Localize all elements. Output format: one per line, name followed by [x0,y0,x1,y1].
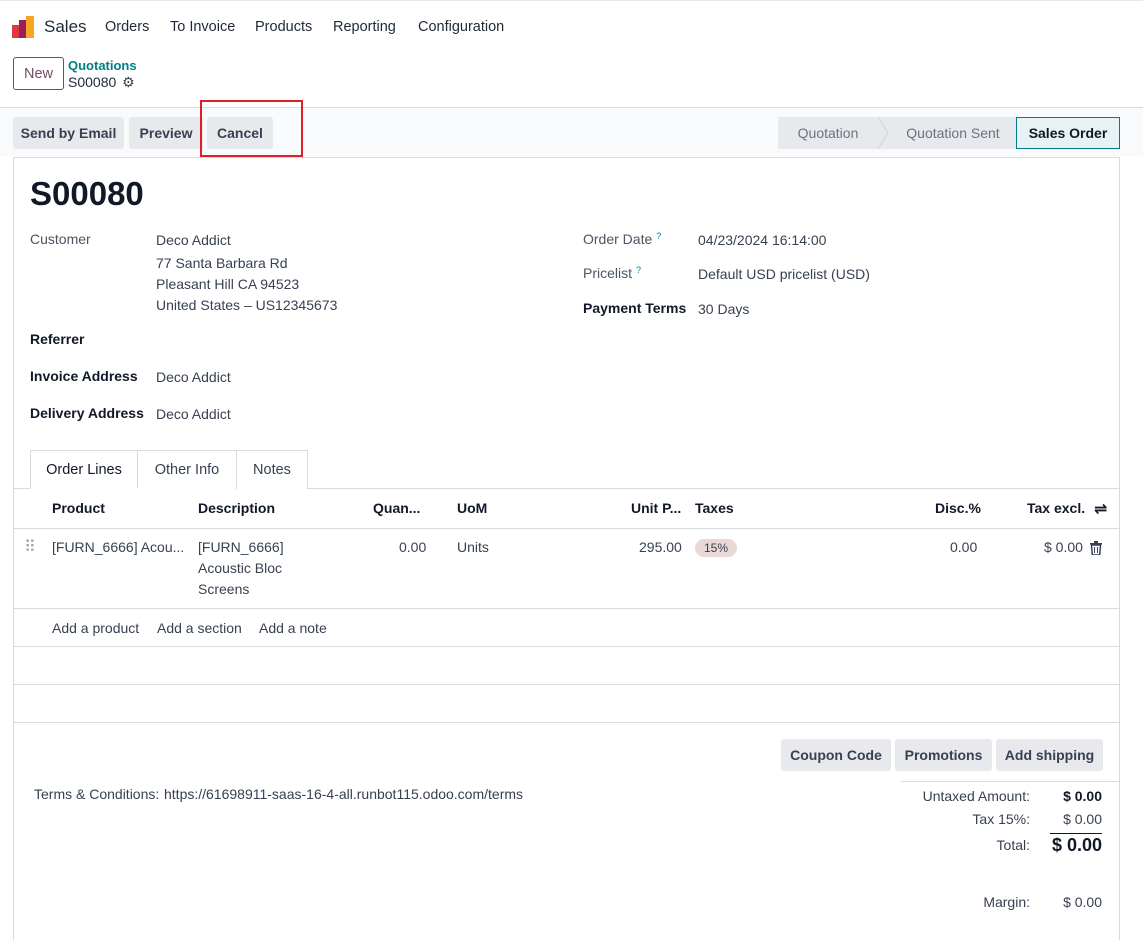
tab-other-info[interactable]: Other Info [138,450,237,489]
menu-products[interactable]: Products [255,19,312,35]
total-label: Total: [996,837,1030,853]
order-lines-header: Product Description Quan... UoM Unit P..… [14,489,1119,529]
tab-notes[interactable]: Notes [237,450,308,489]
sales-app-logo-icon[interactable] [12,16,34,38]
cell-description-2[interactable]: Acoustic Bloc [198,558,282,579]
customer-link[interactable]: Deco Addict [156,232,231,248]
referrer-label: Referrer [30,331,85,347]
gear-icon[interactable]: ⚙ [122,74,135,91]
totals-divider [901,781,1119,782]
add-note-link[interactable]: Add a note [259,618,327,639]
delivery-address-field[interactable]: Deco Addict [156,406,231,422]
add-section-link[interactable]: Add a section [157,618,242,639]
cell-quantity[interactable]: 0.00 [399,537,426,558]
cell-uom[interactable]: Units [457,537,489,558]
add-product-link[interactable]: Add a product [52,618,139,639]
col-tax-excl[interactable]: Tax excl. [1027,500,1085,516]
add-shipping-button[interactable]: Add shipping [996,739,1103,771]
margin-value: $ 0.00 [1063,894,1102,910]
tab-order-lines[interactable]: Order Lines [30,450,138,489]
empty-row [14,685,1119,723]
preview-button[interactable]: Preview [129,117,203,149]
send-by-email-button[interactable]: Send by Email [13,117,124,149]
stage-quotation-sent[interactable]: Quotation Sent [890,117,1016,149]
empty-row [14,647,1119,685]
col-discount[interactable]: Disc.% [935,500,981,516]
total-value: $ 0.00 [1051,835,1102,855]
pricelist-label: Pricelist? [583,265,642,281]
address-line-3: United States – US12345673 [156,297,338,313]
terms-link[interactable]: https://61698911-saas-16-4-all.runbot115… [164,786,523,802]
delivery-address-label: Delivery Address [30,405,144,421]
cell-description-1[interactable]: [FURN_6666] [198,537,284,558]
terms-label: Terms & Conditions: [34,786,160,802]
tax-badge[interactable]: 15% [695,539,738,557]
payment-terms-field[interactable]: 30 Days [698,301,749,317]
app-name[interactable]: Sales [44,17,87,37]
payment-terms-label: Payment Terms [583,300,687,316]
margin-label: Margin: [983,894,1030,910]
menu-configuration[interactable]: Configuration [418,19,504,35]
top-navbar: Sales Orders To Invoice Products Reporti… [0,0,1143,52]
pricelist-field[interactable]: Default USD pricelist (USD) [698,266,870,282]
col-uom[interactable]: UoM [457,500,487,516]
invoice-address-label: Invoice Address [30,368,138,384]
breadcrumb-current: S00080 [68,74,117,90]
stage-quotation[interactable]: Quotation [778,117,878,149]
stage-separator-icon [878,117,890,149]
notebook-tabs: Order Lines Other Info Notes [30,450,308,489]
col-taxes[interactable]: Taxes [695,500,734,516]
customer-label: Customer [30,231,91,247]
invoice-address-field[interactable]: Deco Addict [156,369,231,385]
cell-subtotal: $ 0.00 [1044,539,1083,555]
drag-handle-icon[interactable]: ⠿ [24,537,36,558]
order-date-field[interactable]: 04/23/2024 16:14:00 [698,232,826,248]
highlight-box [200,100,303,157]
cell-discount[interactable]: 0.00 [950,537,977,558]
tax-label: Tax 15%: [972,811,1030,827]
cell-product[interactable]: [FURN_6666] Acou... [52,537,184,558]
address-line-1: 77 Santa Barbara Rd [156,255,288,271]
help-icon[interactable]: ? [656,231,661,241]
help-icon[interactable]: ? [636,265,641,275]
status-bar: Quotation Quotation Sent Sales Order [778,117,1120,149]
col-description[interactable]: Description [198,500,275,516]
record-title: S00080 [30,175,144,212]
control-panel: New Quotations S00080 ⚙ [0,52,1143,108]
tax-value: $ 0.00 [1063,811,1102,827]
table-row[interactable]: ⠿ [FURN_6666] Acou... [FURN_6666] Acoust… [14,529,1119,609]
order-date-label: Order Date? [583,231,662,247]
col-unit-price[interactable]: Unit P... [631,500,681,516]
stage-sales-order[interactable]: Sales Order [1016,117,1120,149]
promotions-button[interactable]: Promotions [895,739,992,771]
new-button[interactable]: New [13,57,64,90]
untaxed-amount-label: Untaxed Amount: [922,788,1030,804]
col-quantity[interactable]: Quan... [373,500,420,516]
menu-to-invoice[interactable]: To Invoice [170,19,235,35]
breadcrumb-quotations[interactable]: Quotations [68,58,137,73]
menu-reporting[interactable]: Reporting [333,19,396,35]
menu-orders[interactable]: Orders [105,19,149,35]
untaxed-amount-value: $ 0.00 [1063,788,1102,804]
coupon-code-button[interactable]: Coupon Code [781,739,891,771]
optional-columns-icon[interactable]: ⇌ [1094,499,1107,519]
cell-unit-price[interactable]: 295.00 [639,537,682,558]
col-product[interactable]: Product [52,500,105,516]
add-line-row: Add a product Add a section Add a note [14,609,1119,647]
address-line-2: Pleasant Hill CA 94523 [156,276,300,292]
cell-description-3[interactable]: Screens [198,579,249,600]
trash-icon[interactable] [1090,537,1102,561]
total-divider [1050,833,1102,834]
